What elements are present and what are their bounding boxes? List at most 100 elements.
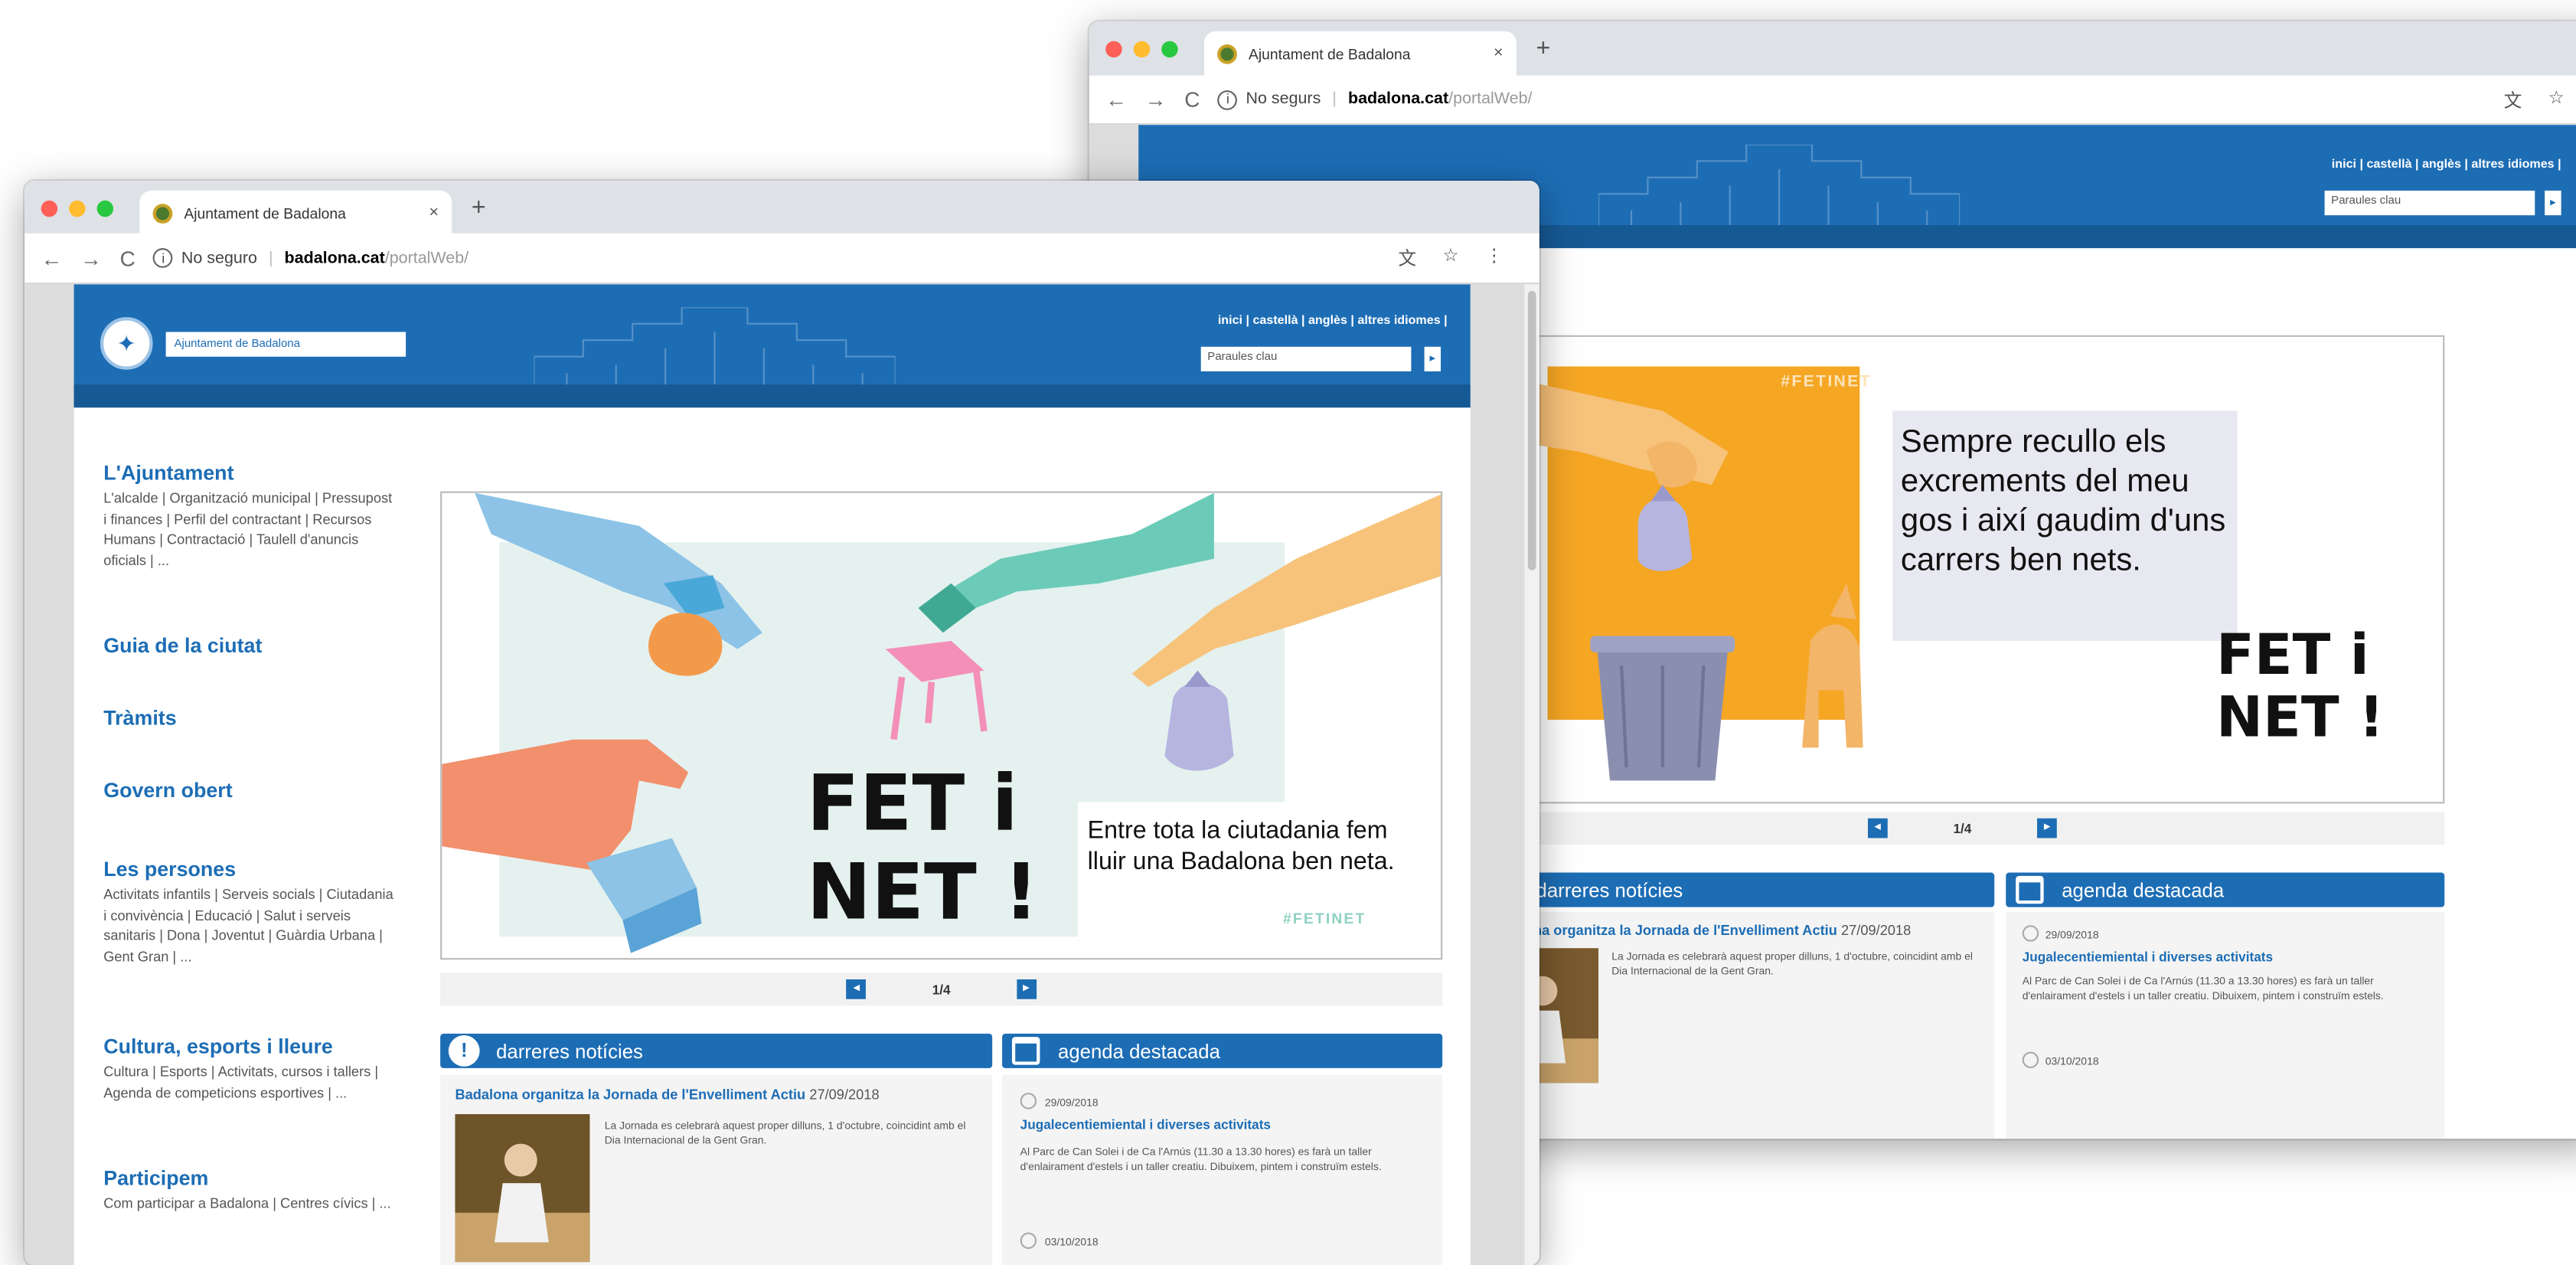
new-tab-button[interactable]: +	[472, 194, 486, 221]
fet-i-net-logo: FET i NET !	[2216, 624, 2384, 749]
header-band	[73, 384, 1471, 408]
tab-title: Ajuntament de Badalona	[184, 204, 346, 221]
agenda-header-label: agenda destacada	[1058, 1039, 1220, 1063]
sidebar-links[interactable]: Cultura | Esports | Activitats, cursos i…	[103, 1061, 396, 1103]
minimize-window-button[interactable]	[69, 200, 86, 217]
site-header: ✦ Ajuntament de Badalona inici | castell…	[73, 284, 1471, 408]
sidebar-section-persones: Les persones Activitats infantils | Serv…	[103, 858, 396, 1035]
sidebar-section-guia: Guia de la ciutat	[103, 634, 396, 706]
skyline-graphic	[534, 307, 896, 390]
pager-prev-button[interactable]: ◂	[1867, 818, 1888, 838]
sidebar-heading[interactable]: Govern obert	[103, 779, 396, 802]
tab-close-icon[interactable]: ×	[429, 204, 439, 222]
address-bar[interactable]: i No segurs | badalona.cat /portalWeb/	[1218, 89, 2504, 110]
new-tab-button[interactable]: +	[1536, 34, 1551, 62]
banner-hashtag: #FETINET	[1781, 373, 1872, 391]
site-logo-text[interactable]: Ajuntament de Badalona	[165, 332, 406, 357]
zoom-window-button[interactable]	[1161, 41, 1178, 58]
translate-icon[interactable]: 文	[1399, 245, 1417, 271]
url-path: /portalWeb/	[1448, 90, 1533, 109]
news-summary: La Jornada es celebrarà aquest proper di…	[604, 1120, 966, 1146]
pager-next-button[interactable]: ▸	[2037, 818, 2057, 838]
agenda-list: 29/09/2018 Jugalecentiemiental i diverse…	[2006, 912, 2445, 1139]
search-input[interactable]: Paraules clau	[2324, 190, 2535, 216]
search-go-button[interactable]: ▸	[2545, 190, 2561, 216]
address-bar[interactable]: i No seguro | badalona.cat /portalWeb/	[153, 248, 1398, 268]
sidebar-heading[interactable]: L'Ajuntament	[103, 462, 396, 485]
forward-button[interactable]: →	[1145, 87, 1167, 112]
agenda-item-title[interactable]: Jugalecentiemiental i diverses activitat…	[1020, 1117, 1271, 1132]
bookmark-star-icon[interactable]: ☆	[1442, 245, 1458, 271]
toolbar-icons: 文 ☆ ⋮	[1399, 245, 1523, 271]
browser-menu-icon[interactable]: ⋮	[1485, 245, 1503, 271]
sidebar-links[interactable]: L'alcalde | Organització municipal | Pre…	[103, 488, 396, 570]
tab-title: Ajuntament de Badalona	[1248, 45, 1411, 62]
news-header-label: darreres notícies	[496, 1039, 643, 1063]
sidebar-links[interactable]: Com participar a Badalona | Centres cívi…	[103, 1193, 396, 1214]
address-separator: |	[1332, 90, 1337, 109]
city-seal-icon[interactable]: ✦	[100, 317, 153, 370]
news-item-title[interactable]: Badalona organitza la Jornada de l'Envel…	[1487, 922, 1980, 938]
page-viewport: ✦ Ajuntament de Badalona inici | castell…	[24, 284, 1539, 1265]
browser-tab[interactable]: Ajuntament de Badalona ×	[1204, 31, 1517, 76]
url-host: badalona.cat	[1347, 90, 1449, 109]
tab-bar: Ajuntament de Badalona × +	[24, 181, 1539, 235]
close-window-button[interactable]	[1105, 41, 1122, 58]
sidebar-heading[interactable]: Les persones	[103, 858, 396, 881]
calendar-icon	[1011, 1037, 1040, 1065]
url-path: /portalWeb/	[384, 249, 469, 267]
promo-banner[interactable]: FET i NET ! Entre tota la ciutadania fem…	[440, 491, 1443, 960]
favicon-icon	[1217, 43, 1237, 64]
reload-button[interactable]: C	[1184, 87, 1200, 112]
zoom-window-button[interactable]	[96, 200, 114, 217]
back-button[interactable]: ←	[1105, 87, 1127, 112]
vertical-scrollbar[interactable]	[1523, 284, 1539, 1265]
pager-next-button[interactable]: ▸	[1016, 979, 1037, 999]
sidebar-heading[interactable]: Tràmits	[103, 707, 396, 730]
info-icon[interactable]: i	[1218, 89, 1238, 110]
agenda-list: 29/09/2018 Jugalecentiemiental i diverse…	[1002, 1074, 1443, 1265]
pager-label: 1/4	[932, 982, 951, 997]
banner-pager: ◂ 1/4 ▸	[440, 972, 1443, 1006]
back-button[interactable]: ←	[41, 246, 63, 270]
sidebar-section-govern: Govern obert	[103, 779, 396, 858]
scrollbar-thumb[interactable]	[1527, 290, 1536, 570]
browser-toolbar: ← → C i No segurs | badalona.cat /portal…	[1089, 75, 2576, 126]
sidebar-links[interactable]: Activitats infantils | Serveis socials |…	[103, 884, 396, 966]
agenda-date: 29/09/2018	[2045, 930, 2099, 942]
news-list: Badalona organitza la Jornada de l'Envel…	[440, 1074, 993, 1265]
sidebar-heading[interactable]: Cultura, esports i lleure	[103, 1035, 396, 1058]
news-section-header: ! darreres notícies	[440, 1033, 993, 1068]
sidebar-heading[interactable]: Participem	[103, 1167, 396, 1190]
news-item-title[interactable]: Badalona organitza la Jornada de l'Envel…	[455, 1087, 988, 1103]
agenda-item-title[interactable]: Jugalecentiemiental i diverses activitat…	[2023, 950, 2273, 964]
search-go-button[interactable]: ▸	[1424, 346, 1441, 371]
close-window-button[interactable]	[41, 200, 58, 217]
logo-fet: FET i	[2215, 623, 2369, 689]
agenda-date-2: 03/10/2018	[1044, 1237, 1099, 1249]
address-separator: |	[268, 249, 273, 267]
news-photo[interactable]	[455, 1113, 590, 1263]
language-links[interactable]: inici | castellà | anglès | altres idiom…	[2332, 156, 2561, 171]
language-links[interactable]: inici | castellà | anglès | altres idiom…	[1218, 312, 1448, 327]
skyline-graphic	[1598, 144, 1961, 227]
agenda-section-header: agenda destacada	[2006, 872, 2445, 907]
search-input[interactable]: Paraules clau	[1200, 346, 1412, 371]
pager-prev-button[interactable]: ◂	[847, 979, 867, 999]
translate-icon[interactable]: 文	[2504, 87, 2522, 113]
reload-button[interactable]: C	[120, 246, 135, 270]
tab-close-icon[interactable]: ×	[1494, 44, 1503, 63]
url-host: badalona.cat	[284, 249, 385, 267]
favicon-icon	[152, 203, 173, 223]
forward-button[interactable]: →	[80, 246, 102, 270]
sidebar-heading[interactable]: Guia de la ciutat	[103, 634, 396, 657]
clock-icon	[2022, 1051, 2039, 1068]
promo-banner[interactable]: #FETINET Sempre recullo els excrements d…	[1480, 335, 2445, 804]
news-title-text: Badalona organitza la Jornada de l'Envel…	[455, 1086, 806, 1103]
minimize-window-button[interactable]	[1133, 41, 1151, 58]
fet-i-net-logo: FET i NET !	[806, 760, 1039, 939]
browser-tab[interactable]: Ajuntament de Badalona ×	[139, 190, 452, 235]
info-icon[interactable]: i	[153, 248, 174, 268]
logo-net: NET !	[806, 848, 1039, 939]
bookmark-star-icon[interactable]: ☆	[2548, 87, 2565, 113]
